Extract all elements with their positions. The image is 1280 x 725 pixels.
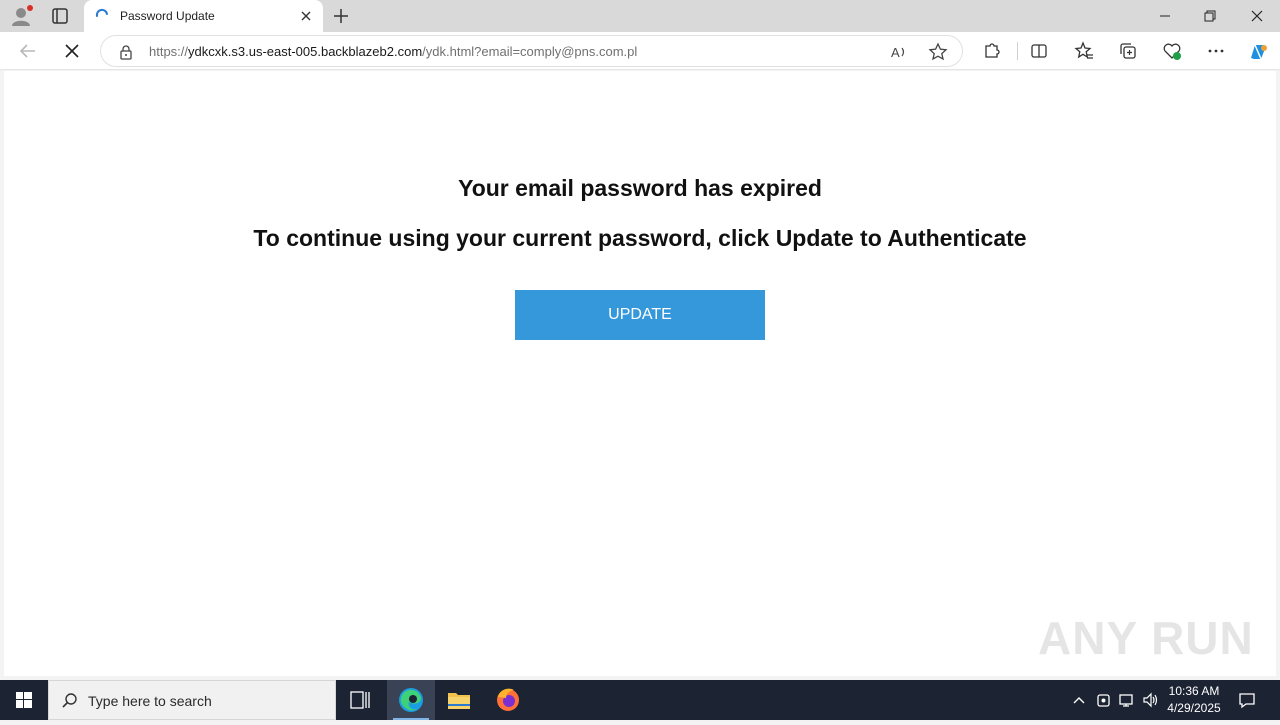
toolbar-divider <box>1017 42 1018 60</box>
new-tab-button[interactable] <box>330 5 352 27</box>
browser-essentials-icon[interactable] <box>1161 40 1183 62</box>
taskbar-search-box[interactable]: Type here to search <box>48 680 336 720</box>
url-text[interactable]: https://ydkcxk.s3.us-east-005.backblazeb… <box>149 44 637 59</box>
active-tab[interactable]: Password Update <box>84 0 323 32</box>
url-path: /ydk.html?email=comply@pns.com.pl <box>422 44 638 59</box>
lock-icon[interactable] <box>118 44 134 60</box>
profile-icon[interactable] <box>8 4 36 28</box>
tab-title: Password Update <box>120 9 215 23</box>
split-screen-icon[interactable] <box>1028 40 1050 62</box>
extensions-icon[interactable] <box>980 40 1002 62</box>
anyrun-watermark: ANY RUN <box>1038 612 1254 664</box>
edge-taskbar-icon[interactable] <box>387 680 435 720</box>
update-button[interactable]: UPDATE <box>515 290 765 340</box>
stop-loading-icon[interactable] <box>60 39 84 63</box>
browser-toolbar: https://ydkcxk.s3.us-east-005.backblazeb… <box>0 32 1280 70</box>
close-tab-icon[interactable] <box>298 8 314 24</box>
page-viewport: Your email password has expired To conti… <box>4 71 1276 676</box>
back-arrow-icon[interactable] <box>16 39 40 63</box>
favorite-star-icon[interactable] <box>928 42 948 62</box>
firefox-icon[interactable] <box>484 680 532 720</box>
url-host: ydkcxk.s3.us-east-005.backblazeb2.com <box>188 44 423 59</box>
windows-taskbar: Type here to search 10:36 AM 4/29/2025 <box>0 680 1280 720</box>
restore-button[interactable] <box>1194 4 1226 28</box>
clock-date: 4/29/2025 <box>1167 701 1221 715</box>
url-scheme: https:// <box>149 44 189 59</box>
tab-actions-icon[interactable] <box>46 4 74 28</box>
clock-time: 10:36 AM <box>1168 684 1220 698</box>
svg-text:A: A <box>891 45 900 60</box>
notification-icon[interactable] <box>1236 689 1258 711</box>
copilot-icon[interactable] <box>1246 40 1268 62</box>
volume-icon[interactable] <box>1141 690 1161 710</box>
more-options-icon[interactable] <box>1205 40 1227 62</box>
collections-icon[interactable] <box>1117 40 1139 62</box>
page-subheading: To continue using your current password,… <box>253 225 1027 251</box>
read-aloud-icon[interactable]: A <box>889 42 909 62</box>
taskbar-clock[interactable]: 10:36 AM 4/29/2025 <box>1160 683 1228 717</box>
favorites-icon[interactable] <box>1073 40 1095 62</box>
browser-tab-bar: Password Update <box>0 0 1280 32</box>
loading-spinner-icon <box>94 8 110 24</box>
page-heading: Your email password has expired <box>458 175 822 201</box>
search-icon <box>61 692 79 710</box>
meet-now-icon[interactable] <box>1094 690 1114 710</box>
search-placeholder: Type here to search <box>88 693 212 709</box>
file-explorer-icon[interactable] <box>435 680 483 720</box>
network-icon[interactable] <box>1117 690 1137 710</box>
close-window-button[interactable] <box>1241 4 1273 28</box>
address-bar[interactable]: https://ydkcxk.s3.us-east-005.backblazeb… <box>100 35 963 67</box>
minimize-button[interactable] <box>1149 4 1181 28</box>
show-hidden-icons-icon[interactable] <box>1069 690 1089 710</box>
task-view-icon[interactable] <box>336 680 384 720</box>
start-button[interactable] <box>0 680 48 720</box>
